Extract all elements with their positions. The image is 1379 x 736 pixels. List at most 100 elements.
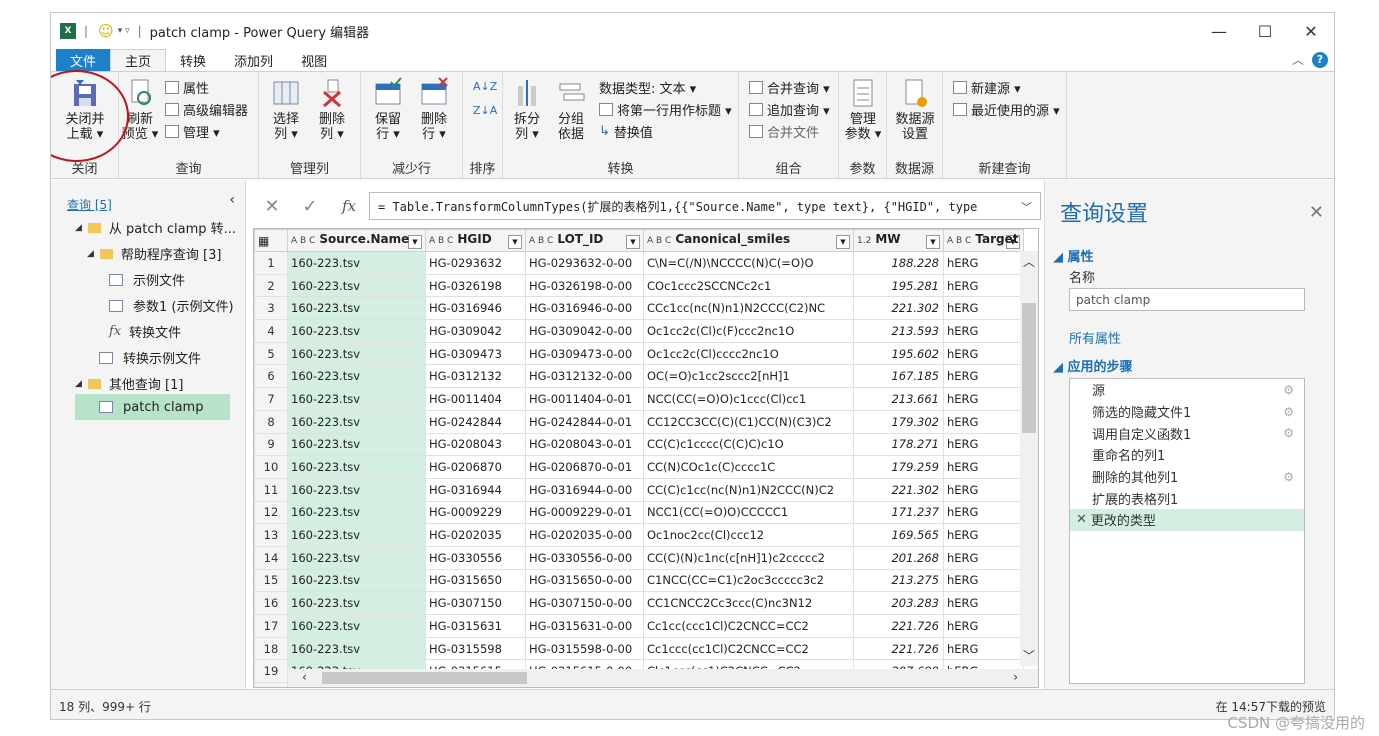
expand-formula-icon[interactable]: ﹀ xyxy=(1021,199,1032,215)
table-cell[interactable]: hERG xyxy=(943,500,1024,525)
table-cell[interactable]: Cc1ccc(cc1Cl)C2CNCC=CC2 xyxy=(643,636,854,661)
cancel-icon[interactable]: ✕ xyxy=(253,196,291,217)
table-cell[interactable]: CC(C)(N)c1nc(c[nH]1)c2ccccc2 xyxy=(643,545,854,570)
scroll-down-icon[interactable]: ﹀ xyxy=(1023,647,1035,664)
table-cell[interactable]: 221.726 xyxy=(853,636,944,661)
filter-dropdown-icon[interactable]: ▼ xyxy=(408,235,422,249)
table-row[interactable]: 6 160-223.tsv HG-0312132 HG-0312132-0-00 OC(… xyxy=(254,364,1024,389)
query-item-transform-sample-file[interactable]: 转换示例文件 xyxy=(99,348,201,367)
table-cell[interactable]: HG-0316946 xyxy=(425,296,526,321)
table-cell[interactable]: HG-0307150-0-00 xyxy=(525,591,644,615)
table-cell[interactable]: 201.268 xyxy=(853,545,944,570)
table-cell[interactable]: 221.302 xyxy=(853,296,944,321)
column-header[interactable]: ▼ 1.2 MW xyxy=(853,229,944,252)
applied-step[interactable]: 删除的其他列1 ⚙ xyxy=(1070,466,1304,488)
table-cell[interactable]: HG-0316944-0-00 xyxy=(525,477,644,502)
table-cell[interactable]: HG-0208043-0-01 xyxy=(525,432,644,457)
applied-steps-section[interactable]: ◢ 应用的步骤 xyxy=(1053,356,1133,375)
table-cell[interactable]: 221.726 xyxy=(853,614,944,638)
table-cell[interactable]: HG-0309473-0-00 xyxy=(525,341,644,366)
table-cell[interactable]: HG-0309473 xyxy=(425,341,526,366)
applied-step[interactable]: 调用自定义函数1 ⚙ xyxy=(1070,422,1304,444)
table-cell[interactable]: HG-0011404 xyxy=(425,387,526,411)
gear-icon[interactable]: ⚙ xyxy=(1283,383,1294,397)
queries-header[interactable]: 查询 [5] xyxy=(67,196,112,213)
properties-section[interactable]: ◢ 属性 xyxy=(1053,246,1094,265)
table-cell[interactable]: HG-0316944 xyxy=(425,477,526,502)
table-row[interactable]: 15 160-223.tsv HG-0315650 HG-0315650-0-00 C1… xyxy=(254,568,1024,593)
table-cell[interactable]: OC(=O)c1cc2sccc2[nH]1 xyxy=(643,364,854,389)
table-cell[interactable]: 160-223.tsv xyxy=(287,409,426,434)
table-cell[interactable]: 188.228 xyxy=(853,251,944,275)
table-cell[interactable]: hERG xyxy=(943,477,1024,502)
table-cell[interactable]: hERG xyxy=(943,273,1024,298)
table-cell[interactable]: HG-0242844 xyxy=(425,409,526,434)
table-cell[interactable]: hERG xyxy=(943,636,1024,661)
tab-file[interactable]: 文件 xyxy=(56,49,111,71)
table-cell[interactable]: 169.565 xyxy=(853,523,944,547)
table-cell[interactable]: 179.259 xyxy=(853,455,944,479)
column-header[interactable]: ▼ A B C LOT_ID xyxy=(525,229,644,252)
table-cell[interactable]: hERG xyxy=(943,364,1024,389)
applied-step[interactable]: 源 ⚙ xyxy=(1070,379,1304,401)
query-group-from-patch-clamp[interactable]: ◢ 从 patch clamp 转... xyxy=(75,218,236,237)
close-settings-icon[interactable]: ✕ xyxy=(1309,202,1324,223)
table-cell[interactable]: HG-0009229 xyxy=(425,500,526,525)
table-row[interactable]: 7 160-223.tsv HG-0011404 HG-0011404-0-01 NCC… xyxy=(254,387,1024,411)
table-cell[interactable]: hERG xyxy=(943,409,1024,434)
data-source-settings-button[interactable]: 数据源 设置 xyxy=(893,76,937,142)
gear-icon[interactable]: ⚙ xyxy=(1283,426,1294,440)
table-cell[interactable]: HG-0312132 xyxy=(425,364,526,389)
table-cell[interactable]: HG-0315631 xyxy=(425,614,526,638)
horizontal-scroll-thumb[interactable] xyxy=(322,672,527,684)
smiley-icon[interactable]: ☺ xyxy=(98,22,114,40)
table-cell[interactable]: HG-0293632-0-00 xyxy=(525,251,644,275)
table-row[interactable]: 16 160-223.tsv HG-0307150 HG-0307150-0-00 CC… xyxy=(254,591,1024,615)
table-row[interactable]: 17 160-223.tsv HG-0315631 HG-0315631-0-00 Cc… xyxy=(254,614,1024,638)
table-cell[interactable]: hERG xyxy=(943,319,1024,343)
data-type-button[interactable]: 数据类型: 文本 ▾ xyxy=(599,78,696,97)
table-row[interactable]: 12 160-223.tsv HG-0009229 HG-0009229-0-01 NC… xyxy=(254,500,1024,525)
properties-button[interactable]: 属性 xyxy=(165,78,209,97)
table-cell[interactable]: Oc1cc2c(Cl)cccc2nc1O xyxy=(643,341,854,366)
type-icon[interactable]: A B C xyxy=(947,236,971,246)
table-cell[interactable]: 167.185 xyxy=(853,364,944,389)
choose-columns-button[interactable]: 选择 列 ▾ xyxy=(265,76,307,142)
table-cell[interactable]: 160-223.tsv xyxy=(287,251,426,275)
table-cell[interactable]: HG-0293632 xyxy=(425,251,526,275)
sort-descending-icon[interactable]: Z↓A xyxy=(473,104,497,117)
table-cell[interactable]: 160-223.tsv xyxy=(287,364,426,389)
table-cell[interactable]: HG-0330556-0-00 xyxy=(525,545,644,570)
type-icon[interactable]: A B C xyxy=(529,236,553,246)
table-cell[interactable]: 213.275 xyxy=(853,568,944,593)
table-cell[interactable]: NCC1(CC(=O)O)CCCCC1 xyxy=(643,500,854,525)
collapse-pane-icon[interactable]: ‹ xyxy=(229,192,235,208)
vertical-scrollbar[interactable]: ︿ ﹀ xyxy=(1020,251,1038,666)
query-group-other[interactable]: ◢ 其他查询 [1] xyxy=(75,374,183,393)
quick-access-dropdown-icon[interactable]: ▾ ▿ xyxy=(118,26,130,36)
table-cell[interactable]: hERG xyxy=(943,341,1024,366)
table-cell[interactable]: hERG xyxy=(943,614,1024,638)
table-cell[interactable]: 160-223.tsv xyxy=(287,341,426,366)
table-cell[interactable]: CC(C)c1cc(nc(N)n1)N2CCC(N)C2 xyxy=(643,477,854,502)
filter-dropdown-icon[interactable]: ▼ xyxy=(836,235,850,249)
table-cell[interactable]: CC1CNCC2Cc3ccc(C)nc3N12 xyxy=(643,591,854,615)
type-icon[interactable]: A B C xyxy=(429,236,453,246)
table-cell[interactable]: 179.302 xyxy=(853,409,944,434)
table-cell[interactable]: hERG xyxy=(943,568,1024,593)
table-cell[interactable]: C\N=C(/N)\NCCCC(N)C(=O)O xyxy=(643,251,854,275)
table-row[interactable]: 5 160-223.tsv HG-0309473 HG-0309473-0-00 Oc1… xyxy=(254,341,1024,366)
tab-transform[interactable]: 转换 xyxy=(166,49,220,71)
table-cell[interactable]: HG-0330556 xyxy=(425,545,526,570)
table-cell[interactable]: 160-223.tsv xyxy=(287,319,426,343)
collapse-ribbon-icon[interactable]: ︿ xyxy=(1292,51,1304,68)
table-cell[interactable]: 160-223.tsv xyxy=(287,477,426,502)
new-source-button[interactable]: 新建源 ▾ xyxy=(953,78,1021,97)
table-cell[interactable]: hERG xyxy=(943,432,1024,457)
scroll-up-icon[interactable]: ︿ xyxy=(1023,253,1035,270)
scroll-right-icon[interactable]: › xyxy=(1013,670,1018,684)
table-cell[interactable]: 160-223.tsv xyxy=(287,432,426,457)
table-cell[interactable]: HG-0202035 xyxy=(425,523,526,547)
table-cell[interactable]: HG-0242844-0-01 xyxy=(525,409,644,434)
table-cell[interactable]: 160-223.tsv xyxy=(287,614,426,638)
